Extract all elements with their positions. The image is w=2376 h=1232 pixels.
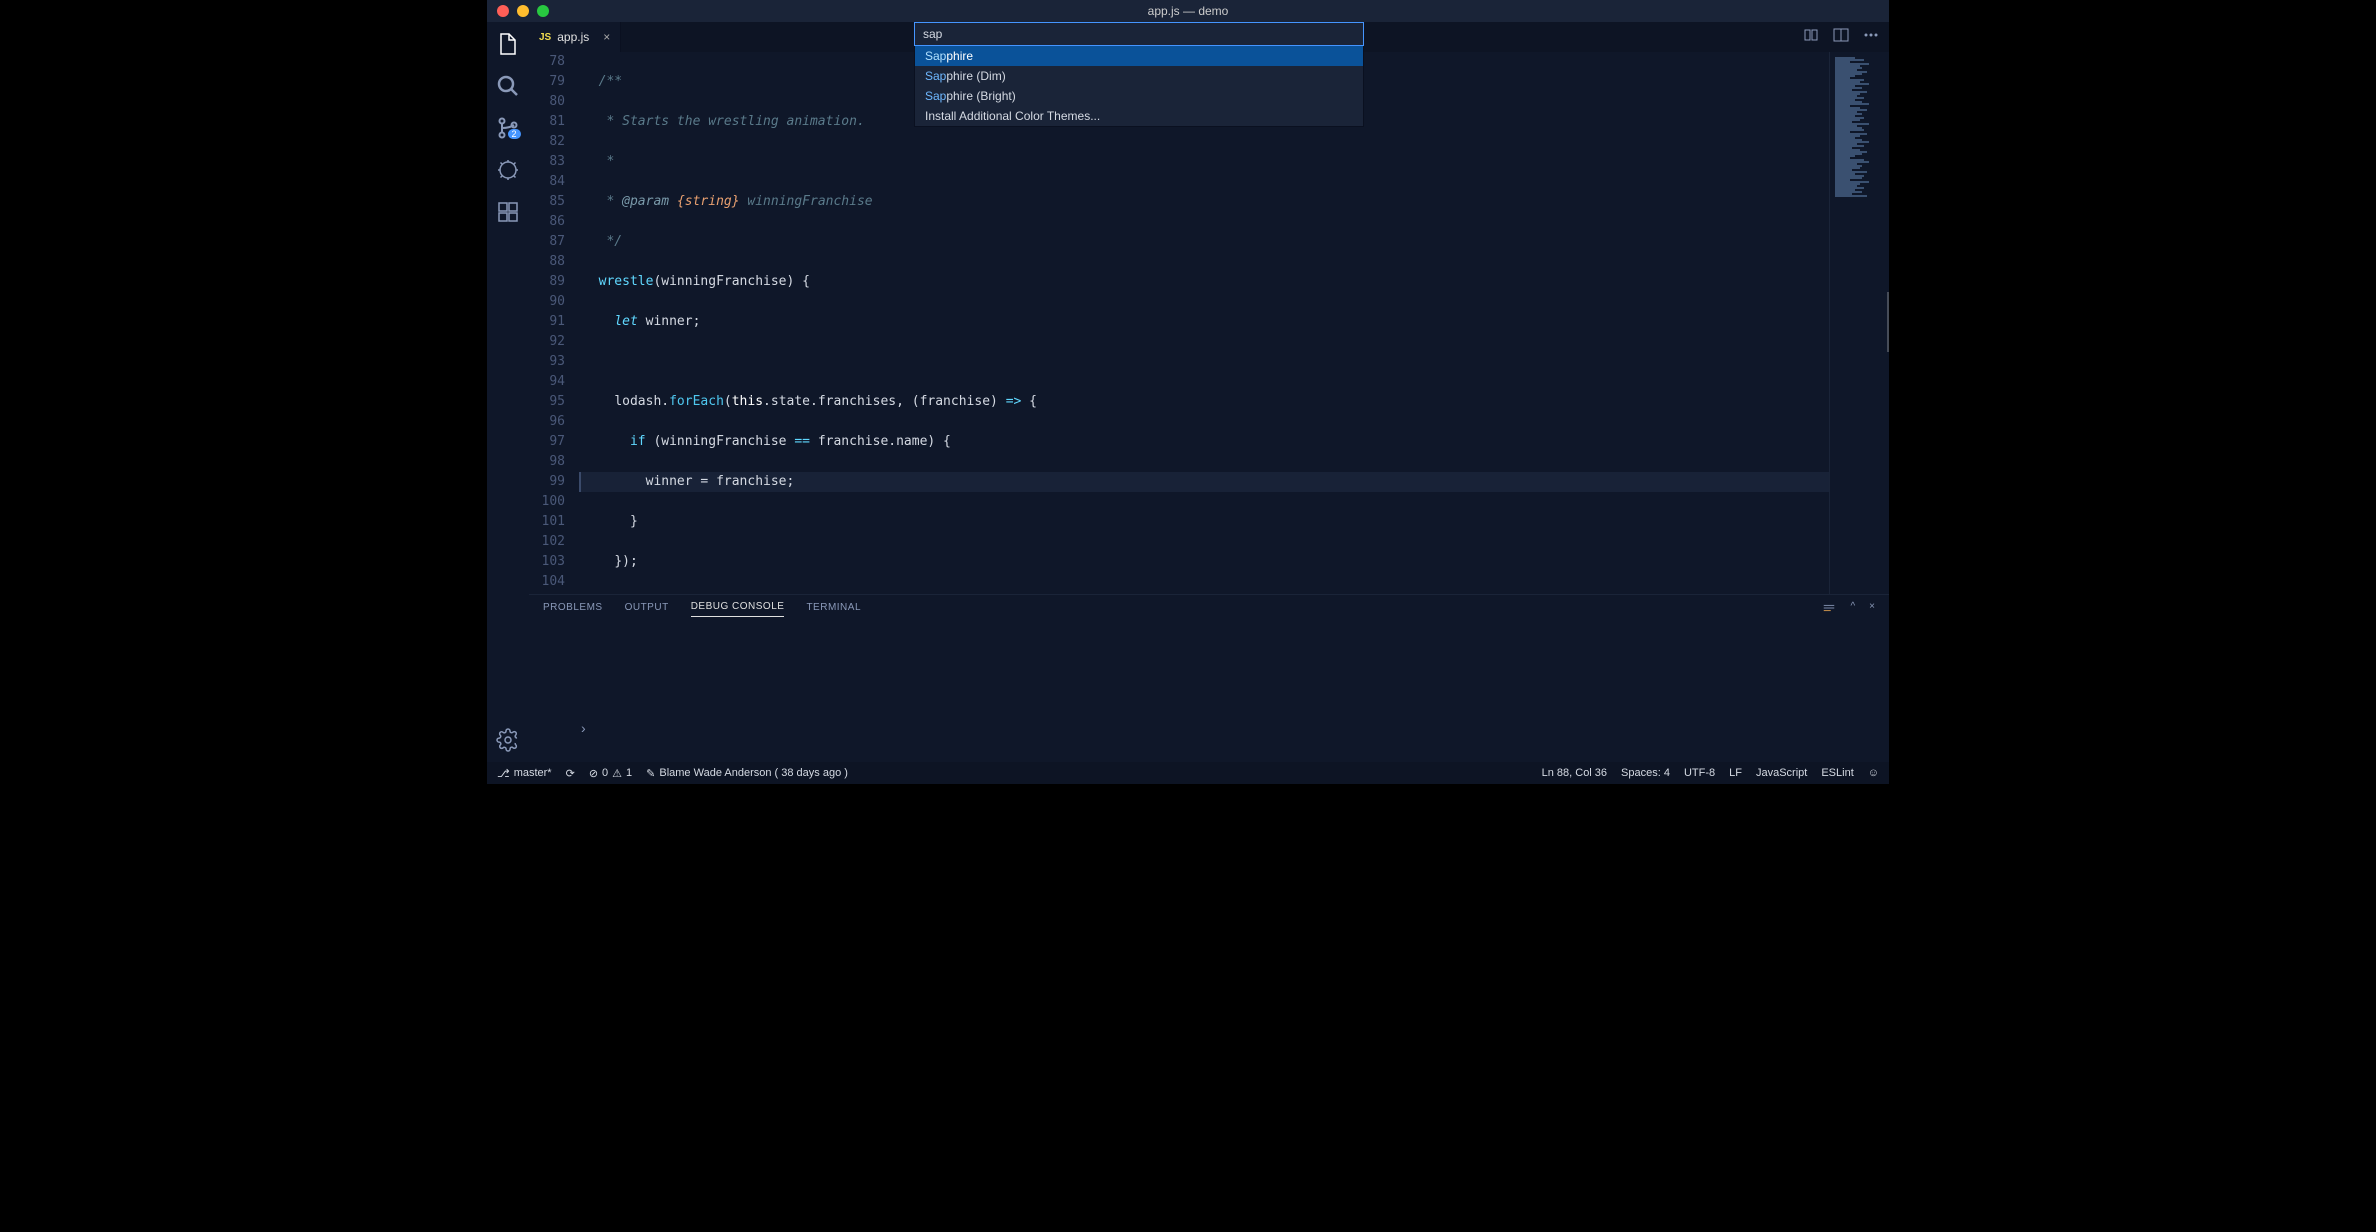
debug-icon[interactable] xyxy=(496,158,520,182)
debug-console-tab[interactable]: DEBUG CONSOLE xyxy=(691,601,785,617)
cursor-position[interactable]: Ln 88, Col 36 xyxy=(1542,767,1607,779)
clear-console-icon[interactable] xyxy=(1822,601,1836,618)
settings-gear-icon[interactable] xyxy=(496,728,520,752)
bottom-panel: PROBLEMS OUTPUT DEBUG CONSOLE TERMINAL ^… xyxy=(529,594,1889,762)
git-blame[interactable]: ✎ Blame Wade Anderson ( 38 days ago ) xyxy=(646,767,848,780)
panel-close-icon[interactable]: × xyxy=(1869,601,1875,618)
code-content[interactable]: /** * Starts the wrestling animation. * … xyxy=(579,52,1829,594)
panel-maximize-icon[interactable]: ^ xyxy=(1850,601,1855,618)
output-tab[interactable]: OUTPUT xyxy=(625,602,669,617)
tab-close-icon[interactable]: × xyxy=(603,30,610,44)
file-tab[interactable]: JS app.js × xyxy=(529,22,621,52)
feedback-icon[interactable]: ☺ xyxy=(1868,767,1879,779)
source-control-icon[interactable]: 2 xyxy=(496,116,520,140)
console-prompt: › xyxy=(581,720,586,736)
minimap[interactable] xyxy=(1829,52,1889,594)
quickpick-item[interactable]: Sapphire (Dim) xyxy=(915,66,1363,86)
window-title: app.js — demo xyxy=(487,4,1889,18)
activity-bar: 2 xyxy=(487,22,529,762)
extensions-icon[interactable] xyxy=(496,200,520,224)
tab-filename: app.js xyxy=(557,30,589,44)
command-palette: Sapphire Sapphire (Dim) Sapphire (Bright… xyxy=(914,22,1364,127)
scm-badge: 2 xyxy=(508,129,521,139)
error-count[interactable]: ⊘ 0 ⚠ 1 xyxy=(589,767,632,780)
line-numbers: 7879808182838485868788899091929394959697… xyxy=(529,52,579,594)
sync-icon[interactable]: ⟳ xyxy=(566,767,575,780)
status-bar: ⎇ master* ⟳ ⊘ 0 ⚠ 1 ✎ Blame Wade Anderso… xyxy=(487,762,1889,784)
minimap-slider[interactable] xyxy=(1887,292,1889,352)
js-file-icon: JS xyxy=(539,32,551,43)
eslint-status[interactable]: ESLint xyxy=(1821,767,1853,779)
titlebar: app.js — demo xyxy=(487,0,1889,22)
problems-tab[interactable]: PROBLEMS xyxy=(543,602,603,617)
command-palette-input[interactable] xyxy=(914,22,1364,46)
terminal-tab[interactable]: TERMINAL xyxy=(806,602,861,617)
indentation[interactable]: Spaces: 4 xyxy=(1621,767,1670,779)
search-icon[interactable] xyxy=(496,74,520,98)
compare-changes-icon[interactable] xyxy=(1803,27,1819,48)
git-branch[interactable]: ⎇ master* xyxy=(497,767,552,780)
quickpick-item[interactable]: Install Additional Color Themes... xyxy=(915,106,1363,126)
explorer-icon[interactable] xyxy=(496,32,520,56)
language-mode[interactable]: JavaScript xyxy=(1756,767,1807,779)
split-editor-icon[interactable] xyxy=(1833,27,1849,48)
quickpick-item[interactable]: Sapphire (Bright) xyxy=(915,86,1363,106)
code-editor[interactable]: 7879808182838485868788899091929394959697… xyxy=(529,52,1889,594)
eol[interactable]: LF xyxy=(1729,767,1742,779)
debug-console-body[interactable]: › xyxy=(529,623,1889,762)
more-actions-icon[interactable] xyxy=(1863,27,1879,48)
encoding[interactable]: UTF-8 xyxy=(1684,767,1715,779)
quickpick-item[interactable]: Sapphire xyxy=(915,46,1363,66)
